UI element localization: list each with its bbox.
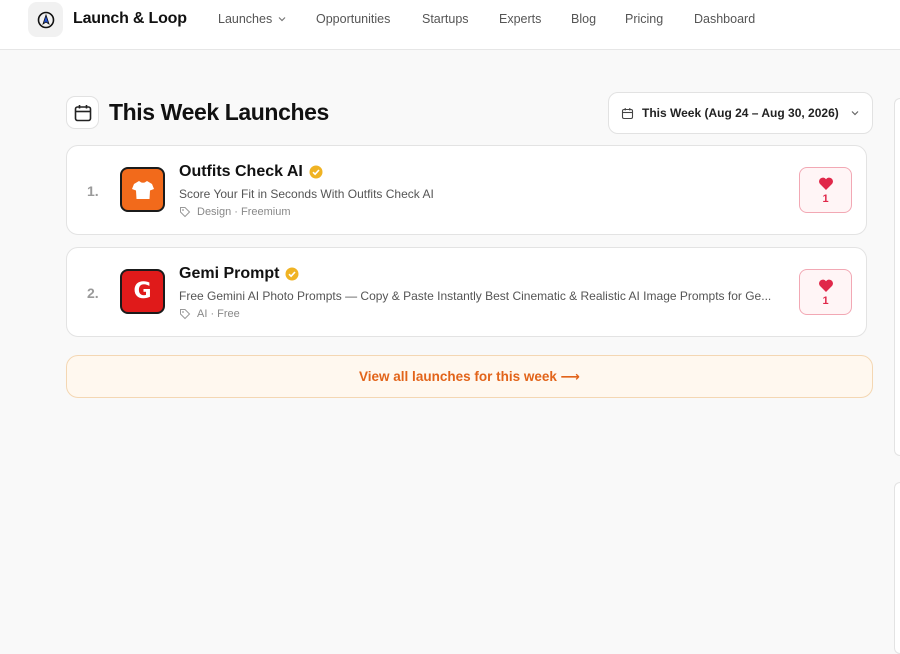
heart-icon: [818, 279, 833, 292]
upvote-button[interactable]: 1: [799, 167, 852, 213]
upvote-count: 1: [822, 192, 829, 205]
nav-blog[interactable]: Blog: [571, 12, 596, 26]
top-navbar: Launch & Loop Launches Opportunities Sta…: [0, 0, 900, 50]
nav-dashboard[interactable]: Dashboard: [694, 12, 755, 26]
launch-tags: AI · Free: [179, 308, 240, 320]
calendar-badge: [66, 96, 99, 129]
launch-rank: 1.: [87, 183, 99, 199]
launch-tags-text: Design · Freemium: [197, 206, 291, 218]
week-selector-label: This Week (Aug 24 – Aug 30, 2026): [642, 106, 839, 120]
heart-icon: [818, 177, 833, 190]
chevron-down-icon: [851, 111, 859, 116]
launch-name: Outfits Check AI: [179, 163, 303, 180]
compass-logo-icon: [37, 11, 54, 28]
chevron-down-icon: [278, 17, 286, 22]
view-all-launches-link[interactable]: View all launches for this week ⟶: [66, 355, 873, 398]
launch-name: Gemi Prompt: [179, 265, 280, 282]
app-logo[interactable]: G: [120, 269, 165, 314]
verified-badge-icon: [309, 165, 323, 179]
upvote-count: 1: [822, 294, 829, 307]
nav-startups[interactable]: Startups: [422, 12, 469, 26]
calendar-small-icon: [621, 107, 634, 119]
launch-tags-text: AI · Free: [197, 308, 240, 320]
upvote-button[interactable]: 1: [799, 269, 852, 315]
launch-description: Score Your Fit in Seconds With Outfits C…: [179, 187, 434, 201]
verified-badge-icon: [285, 267, 299, 281]
calendar-icon: [74, 104, 91, 121]
tshirt-icon: [131, 180, 154, 199]
nav-launches-label: Launches: [218, 12, 273, 26]
app-logo[interactable]: [120, 167, 165, 212]
week-selector[interactable]: This Week (Aug 24 – Aug 30, 2026): [608, 92, 873, 134]
nav-pricing[interactable]: Pricing: [625, 12, 663, 26]
logo[interactable]: [28, 2, 63, 37]
nav-experts[interactable]: Experts: [499, 12, 541, 26]
launch-name-row[interactable]: Outfits Check AI: [179, 163, 323, 181]
launch-tags: Design · Freemium: [179, 206, 291, 218]
letter-g-icon: G: [133, 279, 152, 304]
brand-name[interactable]: Launch & Loop: [73, 10, 187, 28]
launch-card[interactable]: 1. Outfits Check AI Score Your Fit in Se…: [66, 145, 867, 235]
launch-rank: 2.: [87, 285, 99, 301]
side-panel-edge-lower: [894, 482, 900, 654]
tag-icon: [180, 309, 191, 320]
tag-icon: [180, 207, 191, 218]
nav-launches[interactable]: Launches: [218, 12, 286, 26]
nav-opportunities[interactable]: Opportunities: [316, 12, 390, 26]
launch-name-row[interactable]: Gemi Prompt: [179, 265, 299, 283]
launch-description: Free Gemini AI Photo Prompts — Copy & Pa…: [179, 289, 772, 303]
launch-card[interactable]: 2. G Gemi Prompt Free Gemini AI Photo Pr…: [66, 247, 867, 337]
side-panel-edge: [894, 98, 900, 456]
page-title: This Week Launches: [109, 99, 329, 125]
